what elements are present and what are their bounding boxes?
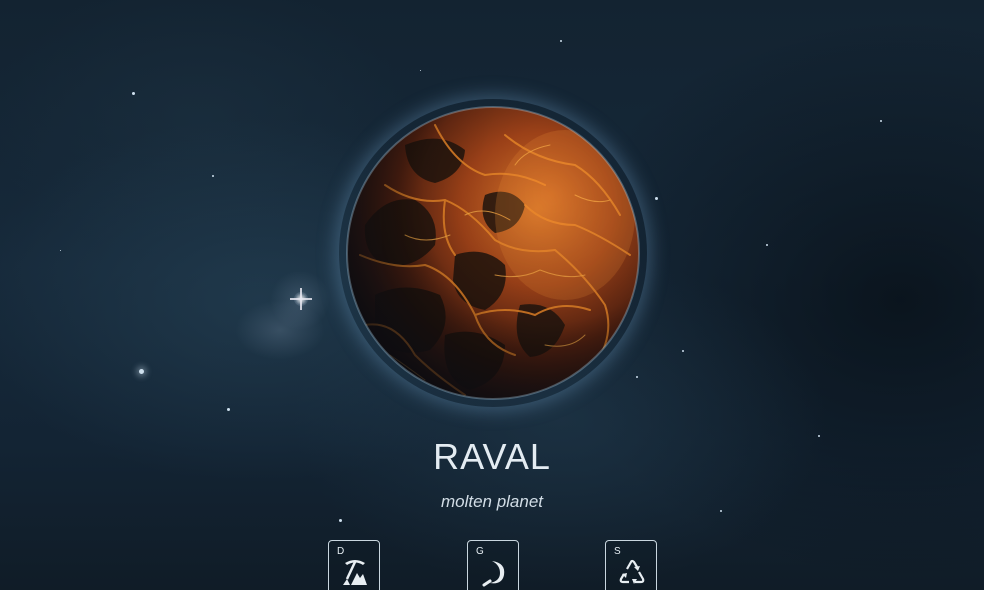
planet-type: molten planet bbox=[440, 492, 544, 511]
game-scene: RAVAL molten planet D G S bbox=[0, 0, 984, 590]
recycle-icon bbox=[619, 559, 645, 584]
planet-name: RAVAL bbox=[433, 436, 551, 477]
harvest-sickle-icon bbox=[482, 561, 505, 587]
hotkey-label: D bbox=[337, 546, 345, 557]
star bbox=[682, 350, 684, 352]
star bbox=[560, 40, 562, 42]
mine-button[interactable]: D bbox=[328, 540, 380, 590]
star bbox=[139, 369, 144, 374]
bright-star-flare bbox=[290, 288, 312, 310]
planet[interactable] bbox=[345, 105, 641, 401]
star bbox=[420, 70, 421, 71]
star bbox=[339, 519, 342, 522]
molten-planet-sphere bbox=[346, 106, 640, 400]
star bbox=[227, 408, 230, 411]
hotkey-label: G bbox=[476, 546, 484, 557]
star bbox=[880, 120, 882, 122]
star bbox=[766, 244, 768, 246]
gather-button[interactable]: G bbox=[467, 540, 519, 590]
star bbox=[655, 197, 658, 200]
hotkey-label: S bbox=[614, 546, 621, 557]
star bbox=[60, 250, 61, 251]
star bbox=[212, 175, 214, 177]
star bbox=[132, 92, 135, 95]
mining-pickaxe-icon bbox=[343, 560, 367, 585]
recycle-button[interactable]: S bbox=[605, 540, 657, 590]
